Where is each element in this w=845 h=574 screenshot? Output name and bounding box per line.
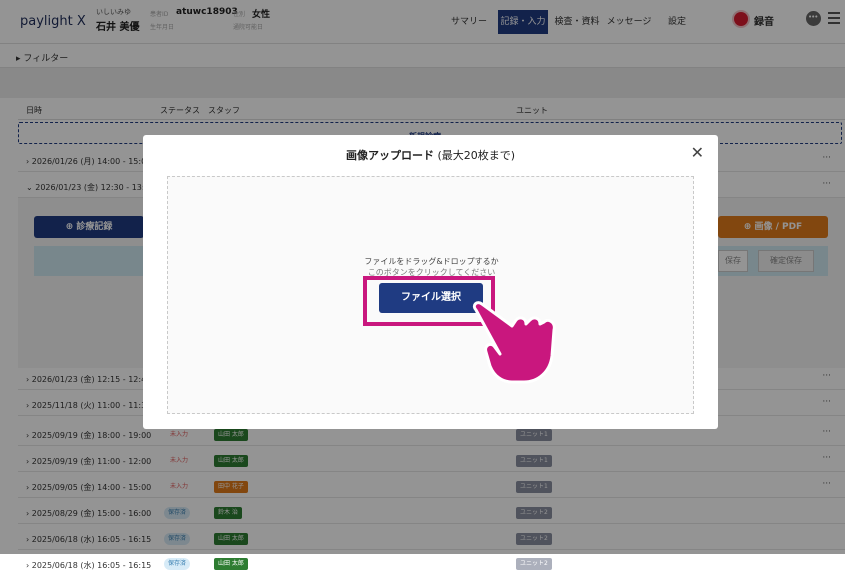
close-icon[interactable]: ✕ [691, 143, 704, 162]
table-row[interactable]: › 2025/06/18 (水) 16:05 - 16:15 保存済 山田 太郎… [0, 554, 845, 574]
unit-badge: ユニット2 [516, 558, 552, 570]
hand-pointer-icon [472, 301, 556, 384]
modal-title: 画像アップロード (最大20枚まで) [345, 149, 516, 162]
row-date: › 2025/06/18 (水) 16:05 - 16:15 [26, 561, 152, 570]
dropzone-instructions: ファイルをドラッグ&ドロップするか このボタンをクリックしてください [364, 257, 499, 277]
staff-badge: 山田 太郎 [214, 558, 248, 570]
status-badge: 保存済 [164, 558, 191, 570]
